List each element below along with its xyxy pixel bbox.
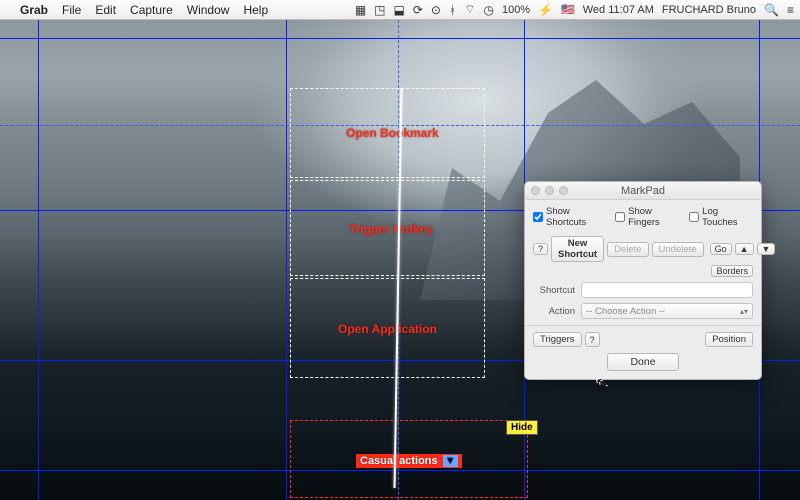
zoom-icon[interactable] [559,186,568,195]
status-icon[interactable]: ▦ [355,3,366,17]
status-icon[interactable]: ⊙ [431,3,441,17]
battery-percent[interactable]: 100% [502,4,530,16]
notifications-icon[interactable]: ≡ [787,3,794,17]
position-button[interactable]: Position [705,332,753,347]
select-arrows-icon: ▴▾ [740,307,748,316]
label-action: Action [533,306,575,317]
status-icon[interactable]: ◳ [374,3,385,17]
chk-show-fingers[interactable]: Show Fingers [615,206,683,228]
chk-show-shortcuts[interactable]: Show Shortcuts [533,206,609,228]
region-label-application: Open Application [338,322,437,336]
borders-button[interactable]: Borders [711,265,753,277]
action-placeholder: -- Choose Action -- [586,306,665,317]
nav-down-button[interactable]: ▼ [757,243,776,255]
chk-log-touches[interactable]: Log Touches [689,206,753,228]
wifi-icon[interactable]: ⌔ [464,2,475,17]
timemachine-icon[interactable]: ◷ [483,3,493,17]
triggers-button[interactable]: Triggers [533,332,582,347]
category-text: Casual actions [360,455,438,467]
status-icon[interactable]: ⟳ [413,3,423,17]
menu-file[interactable]: File [62,3,81,17]
action-select[interactable]: -- Choose Action -- ▴▾ [581,303,753,319]
help-button[interactable]: ? [533,243,548,255]
battery-icon[interactable]: ⚡ [538,3,553,17]
menubar-user[interactable]: FRUCHARD Bruno [662,4,756,16]
menu-window[interactable]: Window [187,3,230,17]
nav-up-button[interactable]: ▲ [735,243,754,255]
triggers-help-button[interactable]: ? [585,332,600,347]
category-label[interactable]: Casual actions ▼ [356,454,462,468]
done-button[interactable]: Done [607,353,678,371]
undelete-button[interactable]: Undelete [652,242,704,257]
close-icon[interactable] [531,186,540,195]
window-titlebar[interactable]: MarkPad [525,182,761,200]
shortcut-input[interactable] [581,282,753,298]
macos-menubar: Grab File Edit Capture Window Help ▦ ◳ ⬓… [0,0,800,20]
menu-help[interactable]: Help [243,3,268,17]
delete-button[interactable]: Delete [607,242,648,257]
menu-capture[interactable]: Capture [130,3,173,17]
go-button[interactable]: Go [710,243,732,255]
new-shortcut-button[interactable]: New Shortcut [551,236,604,262]
markpad-window: MarkPad Show Shortcuts Show Fingers Log … [524,181,762,380]
region-label-bookmark: Open Bookmark [346,126,439,140]
input-flag[interactable]: 🇺🇸 [561,3,575,16]
status-icon[interactable]: ⬓ [394,3,405,17]
minimize-icon[interactable] [545,186,554,195]
dropdown-icon: ▼ [443,455,458,467]
menu-edit[interactable]: Edit [95,3,116,17]
menubar-clock[interactable]: Wed 11:07 AM [583,4,654,16]
label-shortcut: Shortcut [533,285,575,296]
hide-button[interactable]: Hide [506,420,538,435]
bluetooth-icon[interactable]: ᚼ [449,3,456,17]
app-menu[interactable]: Grab [20,3,48,17]
region-label-hotkey: Trigger Hotkey [349,222,433,236]
spotlight-icon[interactable]: 🔍 [764,3,779,17]
window-title: MarkPad [621,185,665,197]
